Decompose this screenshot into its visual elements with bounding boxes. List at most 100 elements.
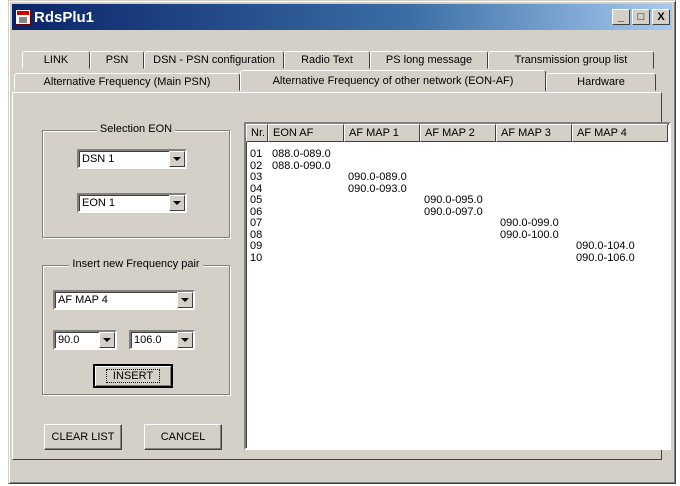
insert-button-label: INSERT [105,369,161,383]
table-cell [496,253,572,265]
dsn-select[interactable]: DSN 1 [77,149,187,169]
table-cell [572,207,668,219]
table-cell [268,230,344,242]
column-header-af-map-2[interactable]: AF MAP 2 [420,124,496,142]
insert-frequency-pair-legend: Insert new Frequency pair [69,258,203,270]
dsn-select-value: DSN 1 [82,153,115,165]
minimize-button[interactable]: _ [612,9,630,25]
column-header-nr[interactable]: Nr. [246,124,268,142]
table-row[interactable]: 03 090.0-089.0 [246,172,669,184]
table-cell [344,218,420,230]
insert-button[interactable]: INSERT [93,364,173,388]
table-cell [344,241,420,253]
table-cell [420,184,496,196]
table-row[interactable]: 09 090.0-104.0 [246,241,669,253]
af-map-select-value: AF MAP 4 [58,294,108,306]
selection-eon-group: Selection EON DSN 1 EON 1 [42,123,230,238]
column-header-af-map-3[interactable]: AF MAP 3 [496,124,572,142]
table-cell: 10 [250,252,263,264]
eon-select[interactable]: EON 1 [77,193,187,213]
tab-alternative-frequency-main-psn[interactable]: Alternative Frequency (Main PSN) [14,73,240,91]
chevron-down-icon[interactable] [169,151,185,167]
table-cell [420,172,496,184]
table-cell [344,195,420,207]
table-cell [572,230,668,242]
frequency-list[interactable]: Nr. EON AF AF MAP 1 AF MAP 2 AF MAP 3 AF… [244,122,671,450]
table-cell [496,149,572,161]
eon-select-value: EON 1 [82,197,116,209]
table-cell [572,195,668,207]
table-cell: 03 [250,172,263,183]
table-cell: 08 [250,229,263,241]
tab-dsn-psn-configuration[interactable]: DSN - PSN configuration [144,51,284,69]
table-cell [420,230,496,242]
table-cell: 090.0-089.0 [348,172,407,183]
frequency-from-value: 90.0 [58,334,80,346]
table-cell [344,207,420,219]
table-row[interactable]: 08 090.0-100.0 [246,230,669,242]
table-cell [268,253,344,265]
window-controls: _ □ X [612,9,670,25]
chevron-down-icon[interactable] [177,332,193,348]
list-body: 01 088.0-089.0 02 088.0-090.0 03 090.0-089.0 0… [246,142,669,264]
close-button[interactable]: X [652,9,670,25]
table-cell [344,230,420,242]
table-cell: 090.0-093.0 [348,183,407,195]
column-header-af-map-4[interactable]: AF MAP 4 [572,124,668,142]
chevron-down-icon[interactable] [169,195,185,211]
table-cell [496,241,572,253]
table-cell [344,253,420,265]
tab-hardware[interactable]: Hardware [546,73,656,91]
frequency-from-select[interactable]: 90.0 [53,330,117,350]
column-header-af-map-1[interactable]: AF MAP 1 [344,124,420,142]
tab-psn[interactable]: PSN [90,51,144,69]
table-cell: 04 [250,183,263,195]
table-cell [268,172,344,184]
clear-list-button[interactable]: CLEAR LIST [44,424,122,450]
table-cell: 06 [250,206,263,218]
table-cell: 05 [250,195,263,206]
af-map-select[interactable]: AF MAP 4 [53,290,195,310]
table-row[interactable]: 04 090.0-093.0 [246,184,669,196]
table-cell: 090.0-106.0 [576,252,635,264]
table-cell: 088.0-089.0 [272,149,331,160]
chevron-down-icon[interactable] [177,292,193,308]
table-cell [572,172,668,184]
table-cell [572,218,668,230]
table-cell [572,161,668,173]
title-bar[interactable]: RdsPlu1 _ □ X [12,4,672,30]
table-cell [420,149,496,161]
table-cell [420,253,496,265]
table-cell [268,218,344,230]
tab-link[interactable]: LINK [22,51,90,69]
table-row[interactable]: 01 088.0-089.0 [246,149,669,161]
list-header: Nr. EON AF AF MAP 1 AF MAP 2 AF MAP 3 AF… [246,124,669,142]
window-title: RdsPlu1 [34,8,95,26]
tab-alternative-frequency-eon-af[interactable]: Alternative Frequency of other network (… [240,70,546,91]
frequency-to-value: 106.0 [134,334,162,346]
chevron-down-icon[interactable] [99,332,115,348]
table-row[interactable]: 02 088.0-090.0 [246,161,669,173]
table-cell [420,218,496,230]
table-cell [344,149,420,161]
app-icon [15,9,31,25]
cancel-button[interactable]: CANCEL [144,424,222,450]
table-row[interactable]: 07 090.0-099.0 [246,218,669,230]
table-cell: 090.0-099.0 [500,218,559,229]
frequency-to-select[interactable]: 106.0 [129,330,195,350]
selection-eon-legend: Selection EON [96,123,176,135]
restore-button[interactable]: □ [632,9,650,25]
tab-row-2: Alternative Frequency (Main PSN) Alterna… [14,70,656,91]
table-cell [496,184,572,196]
table-row[interactable]: 10 090.0-106.0 [246,253,669,265]
column-header-eon-af[interactable]: EON AF [268,124,344,142]
table-cell [268,207,344,219]
table-row[interactable]: 05 090.0-095.0 [246,195,669,207]
tab-radio-text[interactable]: Radio Text [284,51,370,69]
tab-ps-long-message[interactable]: PS long message [370,51,488,69]
tab-transmission-group-list[interactable]: Transmission group list [488,51,654,69]
table-cell: 090.0-104.0 [576,241,635,252]
table-cell [420,161,496,173]
table-row[interactable]: 06 090.0-097.0 [246,207,669,219]
table-cell: 090.0-100.0 [500,229,559,241]
